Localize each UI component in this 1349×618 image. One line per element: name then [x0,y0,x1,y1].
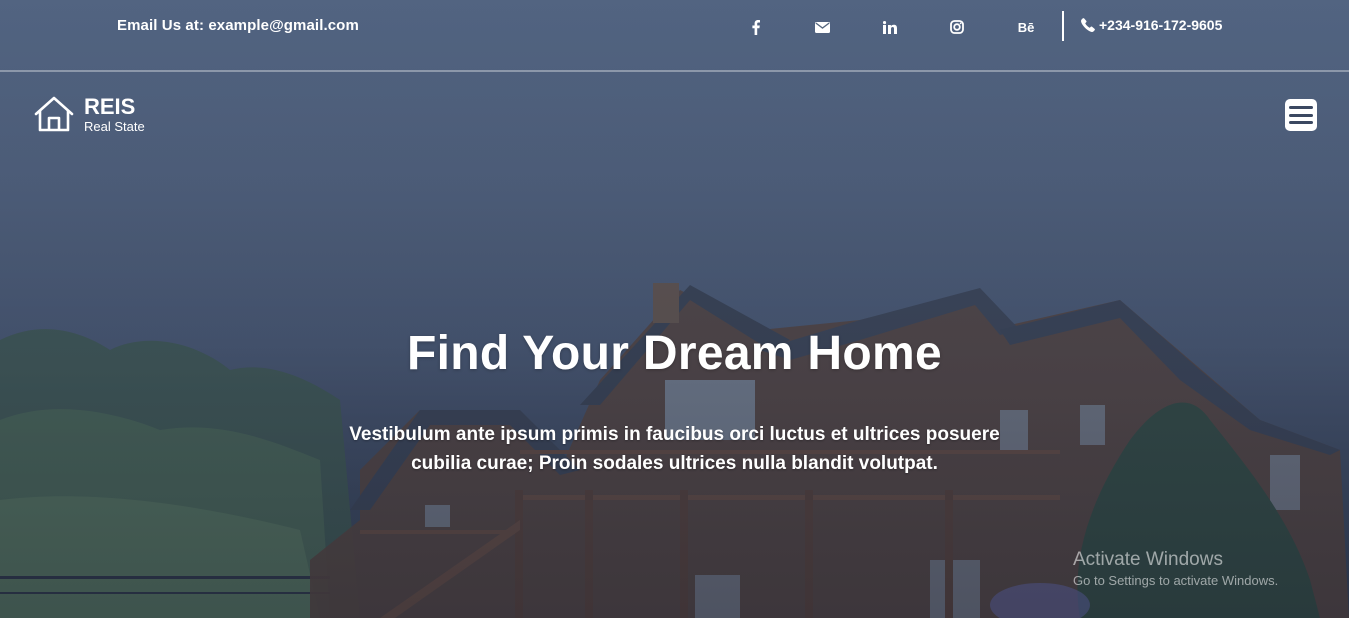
watermark-title: Activate Windows [1073,549,1223,570]
brand-text: REIS Real State [84,94,145,135]
contact-phone[interactable]: +234-916-172-9605 [1081,17,1222,33]
envelope-icon[interactable] [810,15,834,39]
house-icon [34,96,74,132]
top-bar: Email Us at: example@gmail.com Bē +234-9… [0,0,1349,72]
hamburger-menu-icon-line [1289,106,1313,109]
hamburger-menu-icon-line [1289,121,1313,124]
behance-icon[interactable]: Bē [1014,15,1038,39]
instagram-icon[interactable] [945,15,969,39]
phone-icon [1081,18,1095,32]
hamburger-menu-icon-line [1289,113,1313,117]
watermark-subtitle: Go to Settings to activate Windows. [1073,573,1279,588]
hero-section [0,0,1349,618]
topbar-divider [1062,11,1064,41]
brand-tagline: Real State [84,119,145,134]
hamburger-menu-button[interactable] [1285,99,1317,131]
hero-overlay [0,0,1349,618]
facebook-icon[interactable] [744,15,768,39]
behance-glyph: Bē [1017,19,1035,35]
hero-subtitle: Vestibulum ante ipsum primis in faucibus… [349,424,1000,474]
hero-title: Find Your Dream Home [407,327,942,380]
linkedin-icon[interactable] [878,15,902,39]
phone-number: +234-916-172-9605 [1099,17,1223,33]
brand-logo[interactable]: REIS Real State [34,96,145,134]
brand-name: REIS [84,94,136,119]
windows-activation-watermark: Activate Windows Go to Settings to activ… [1073,548,1278,590]
contact-email[interactable]: Email Us at: example@gmail.com [117,17,359,34]
